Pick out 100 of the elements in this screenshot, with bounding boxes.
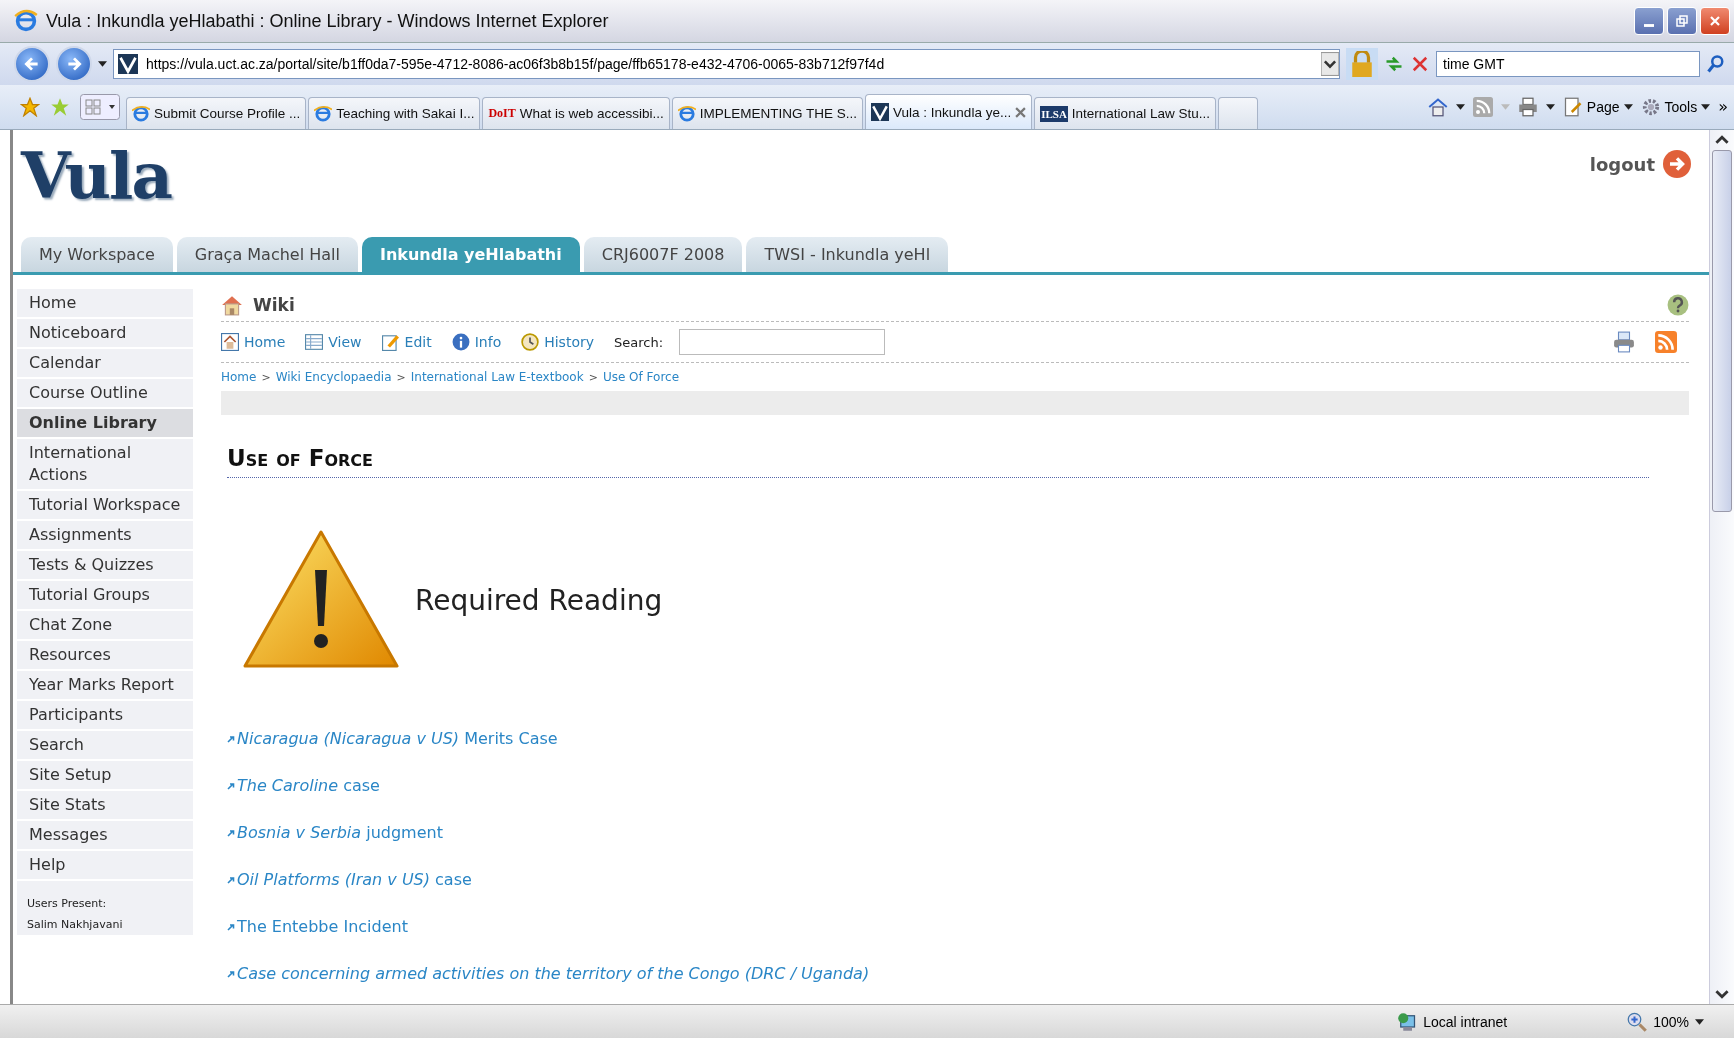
computer-globe-icon xyxy=(1397,1011,1418,1032)
browser-tab[interactable]: Submit Course Profile ... xyxy=(126,97,307,129)
home-icon xyxy=(221,333,239,351)
external-link-icon xyxy=(227,875,235,884)
search-field[interactable]: time GMT xyxy=(1436,51,1700,77)
browser-tab[interactable]: Teaching with Sakai I... xyxy=(308,97,481,129)
dropdown-arrow-icon[interactable] xyxy=(1321,52,1339,76)
gear-icon xyxy=(1640,97,1661,117)
breadcrumb-separator: > xyxy=(588,370,598,384)
sidebar-item[interactable]: Site Stats xyxy=(17,791,193,819)
site-logo: DoIT xyxy=(488,106,516,121)
close-tab-icon[interactable] xyxy=(1015,106,1027,118)
article-link[interactable]: The Entebbe Incident xyxy=(237,917,408,936)
rss-feed-icon[interactable] xyxy=(1655,331,1677,353)
site-tab[interactable]: CRJ6007F 2008 xyxy=(583,237,743,272)
refresh-icon[interactable] xyxy=(1384,54,1404,74)
wiki-toolbar-button[interactable]: Info xyxy=(451,333,502,351)
browser-tab[interactable]: ILSA International Law Stu... xyxy=(1034,97,1216,129)
scrollbar-thumb[interactable] xyxy=(1712,150,1732,512)
sidebar-item[interactable]: Noticeboard xyxy=(17,319,193,347)
window-title: Vula : Inkundla yeHlabathi : Online Library - Windows Internet Explorer xyxy=(46,10,610,32)
sidebar-item[interactable]: Tutorial Groups xyxy=(17,581,193,609)
sidebar-item[interactable]: Participants xyxy=(17,701,193,729)
sidebar-item[interactable]: Tutorial Workspace xyxy=(17,491,193,519)
callout-text: Required Reading xyxy=(415,584,663,617)
zoom-level-button[interactable]: 100% xyxy=(1627,1011,1704,1032)
page-menu-button[interactable]: Page xyxy=(1562,97,1633,117)
search-icon[interactable] xyxy=(1706,54,1726,74)
tools-menu-button[interactable]: Tools xyxy=(1640,97,1711,117)
search-field[interactable] xyxy=(679,329,886,355)
browser-tab[interactable]: Vula : Inkundla ye... xyxy=(865,94,1033,129)
address-bar[interactable]: https://vula.uct.ac.za/portal/site/b1ff0da7-595e-4712-8086-ac06f3b8b15f/page/ffb65178-e432-4706-0065-83b712f97f4d xyxy=(113,49,1340,79)
more-commands-button[interactable]: » xyxy=(1718,97,1728,116)
restore-icon xyxy=(1676,15,1688,27)
article-link[interactable]: Oil Platforms (Iran v US) case xyxy=(237,870,472,889)
wiki-toolbar-button[interactable]: View xyxy=(305,333,362,351)
article-link[interactable]: Case concerning armed activities on the territory of the Congo (DRC / Uganda) xyxy=(237,964,870,983)
breadcrumb-link[interactable]: Wiki Encyclopaedia xyxy=(275,370,392,384)
stop-icon[interactable] xyxy=(1410,54,1430,74)
edit-icon xyxy=(381,333,400,351)
close-button[interactable] xyxy=(1700,7,1730,35)
sidebar-item[interactable]: International Actions xyxy=(17,439,193,489)
restore-button[interactable] xyxy=(1667,7,1697,35)
article-link[interactable]: Nicaragua (Nicaragua v US) Merits Case xyxy=(237,729,558,748)
browser-logo-icon xyxy=(14,9,38,33)
browser-logo-icon xyxy=(677,104,696,123)
logout-button[interactable]: logout xyxy=(1589,150,1691,178)
wiki-toolbar-button[interactable]: Edit xyxy=(381,333,432,351)
forward-button[interactable] xyxy=(56,46,92,82)
sidebar-item[interactable]: Resources xyxy=(17,641,193,669)
sidebar-item[interactable]: Year Marks Report xyxy=(17,671,193,699)
sidebar-item[interactable]: Online Library xyxy=(17,409,193,437)
sidebar-item[interactable]: Home xyxy=(17,289,193,317)
back-button[interactable] xyxy=(14,46,50,82)
site-tab[interactable]: Graça Machel Hall xyxy=(176,237,358,272)
sidebar-item[interactable]: Messages xyxy=(17,821,193,849)
zoom-icon xyxy=(1627,1011,1648,1032)
info-icon xyxy=(451,333,470,351)
dropdown-arrow-icon[interactable] xyxy=(1545,104,1555,110)
site-logo-icon xyxy=(871,103,890,121)
sidebar-item[interactable]: Chat Zone xyxy=(17,611,193,639)
external-link-icon xyxy=(227,734,235,743)
article-link[interactable]: The Caroline case xyxy=(237,776,380,795)
sidebar-item[interactable]: Search xyxy=(17,731,193,759)
site-logo[interactable]: Vula xyxy=(21,138,171,213)
wiki-toolbar-button[interactable]: Home xyxy=(221,333,286,351)
tool-title: Wiki xyxy=(253,295,295,315)
vertical-scrollbar[interactable] xyxy=(1709,130,1734,1004)
caret-icon xyxy=(1701,104,1711,110)
dropdown-arrow-icon[interactable] xyxy=(1455,104,1465,110)
sidebar-item[interactable]: Assignments xyxy=(17,521,193,549)
sidebar-item[interactable]: Calendar xyxy=(17,349,193,377)
page-heading: Use of Force xyxy=(227,445,1649,478)
print-icon[interactable] xyxy=(1517,97,1538,117)
feed-icon[interactable] xyxy=(1472,97,1493,117)
help-icon[interactable] xyxy=(1667,294,1689,316)
breadcrumb-link[interactable]: International Law E-textbook xyxy=(410,370,584,384)
external-link-icon xyxy=(227,828,235,837)
print-icon[interactable] xyxy=(1613,331,1635,353)
dropdown-arrow-icon[interactable] xyxy=(98,61,107,67)
forward-arrow-icon xyxy=(65,55,83,73)
arrow-circle-icon xyxy=(1663,150,1691,178)
sidebar-item[interactable]: Tests & Quizzes xyxy=(17,551,193,579)
clock-icon xyxy=(521,333,540,351)
browser-tab[interactable]: IMPLEMENTING THE S... xyxy=(671,97,864,129)
site-logo-icon xyxy=(118,54,138,74)
sidebar-item[interactable]: Help xyxy=(17,851,193,879)
sidebar-item[interactable]: Site Setup xyxy=(17,761,193,789)
article-link[interactable]: Bosnia v Serbia judgment xyxy=(237,823,443,842)
quick-tabs-icon[interactable] xyxy=(80,94,120,120)
minimize-button[interactable] xyxy=(1634,7,1664,35)
site-tab[interactable]: TWSI - Inkundla yeHl xyxy=(746,237,949,272)
home-icon[interactable] xyxy=(1427,97,1448,117)
browser-tab[interactable]: DoIT What is web accessibi... xyxy=(482,97,670,129)
wiki-toolbar-button[interactable]: History xyxy=(521,333,594,351)
site-tab[interactable]: My Workspace xyxy=(21,237,173,272)
breadcrumb-link[interactable]: Use Of Force xyxy=(602,370,680,384)
breadcrumb-link[interactable]: Home xyxy=(221,370,257,384)
favorites-star-icon[interactable] xyxy=(20,97,40,117)
sidebar-item[interactable]: Course Outline xyxy=(17,379,193,407)
